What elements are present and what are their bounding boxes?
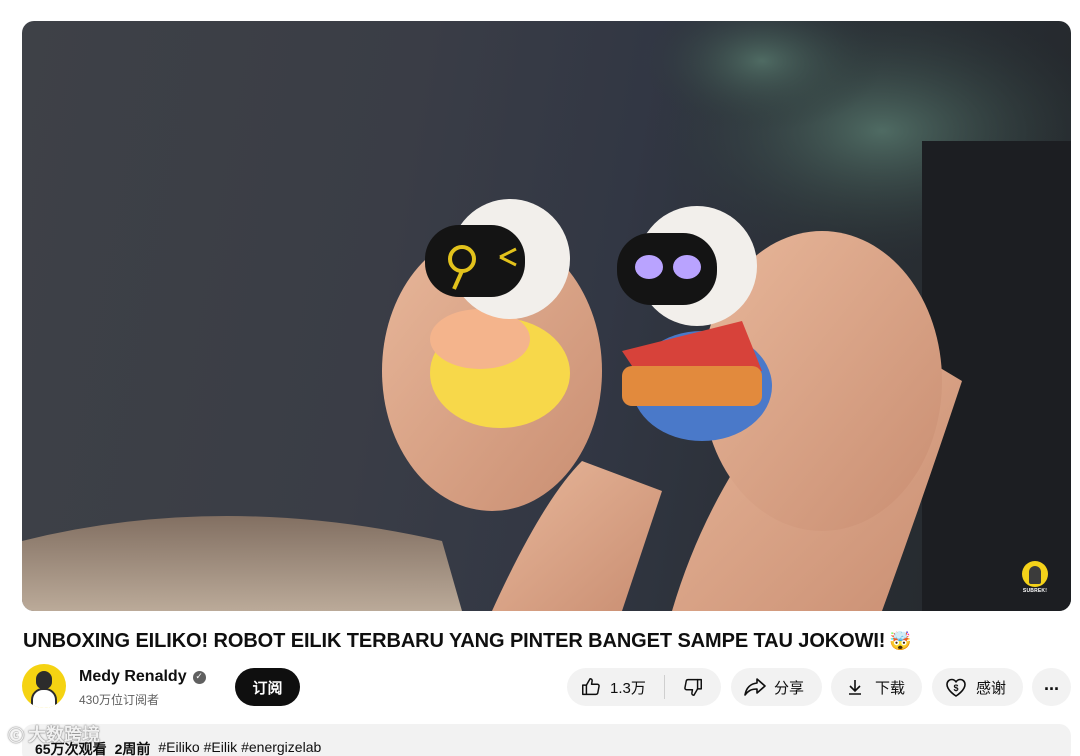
overlay-watermark-logo: ⓒ 大数跨境 [8,721,100,747]
like-button[interactable]: 1.3万 [567,668,664,706]
channel-avatar[interactable] [22,664,66,708]
channel-watermark-text: SUBREK! [1022,588,1048,594]
video-title-text: UNBOXING EILIKO! ROBOT EILIK TERBARU YAN… [23,630,886,652]
thumbs-down-icon [684,678,702,696]
hashtag-link[interactable]: #energizelab [241,739,321,756]
share-button[interactable]: 分享 [731,668,822,706]
description-box[interactable]: 65万次观看 2周前 #Eiliko #Eilik #energizelab [22,724,1071,756]
download-label: 下载 [875,679,906,697]
video-player[interactable]: SUBREK! [22,21,1071,611]
avatar-head-shape [36,671,52,689]
more-actions-button[interactable]: ... [1032,668,1071,706]
video-frame [22,21,1071,611]
like-count: 1.3万 [610,679,646,697]
hashtag-link[interactable]: #Eilik [204,739,237,756]
thanks-label: 感谢 [976,679,1007,697]
dislike-button[interactable] [665,668,721,706]
more-horizontal-icon: ... [1043,674,1059,694]
download-icon [849,680,861,695]
verified-icon: ✓ [192,670,206,684]
video-title: UNBOXING EILIKO! ROBOT EILIK TERBARU YAN… [23,628,1063,654]
hashtag-link[interactable]: #Eiliko [158,739,199,756]
share-arrow-icon [744,678,766,696]
channel-watermark-avatar [1022,561,1048,587]
thanks-button[interactable]: $ 感谢 [932,668,1023,706]
channel-name-link[interactable]: Medy Renaldy ✓ [79,668,206,686]
subscriber-count: 430万位订阅者 [79,693,160,707]
channel-name: Medy Renaldy [79,668,187,685]
share-label: 分享 [774,679,805,697]
publish-date: 2周前 [114,741,151,756]
super-thanks-icon: $ [946,678,966,697]
avatar-body-shape [31,688,57,708]
thumbs-up-icon [582,678,600,696]
exploding-head-emoji: 🤯 [889,631,912,651]
logo-mark-icon: ⓒ [8,726,25,745]
hashtag-list: #Eiliko #Eilik #energizelab [158,739,321,756]
logo-text: 大数跨境 [28,725,101,746]
svg-text:$: $ [953,683,958,693]
subscribe-button[interactable]: 订阅 [235,668,300,706]
channel-watermark[interactable]: SUBREK! [1020,561,1050,595]
download-button[interactable]: 下载 [831,668,922,706]
like-dislike-group: 1.3万 [567,668,721,706]
